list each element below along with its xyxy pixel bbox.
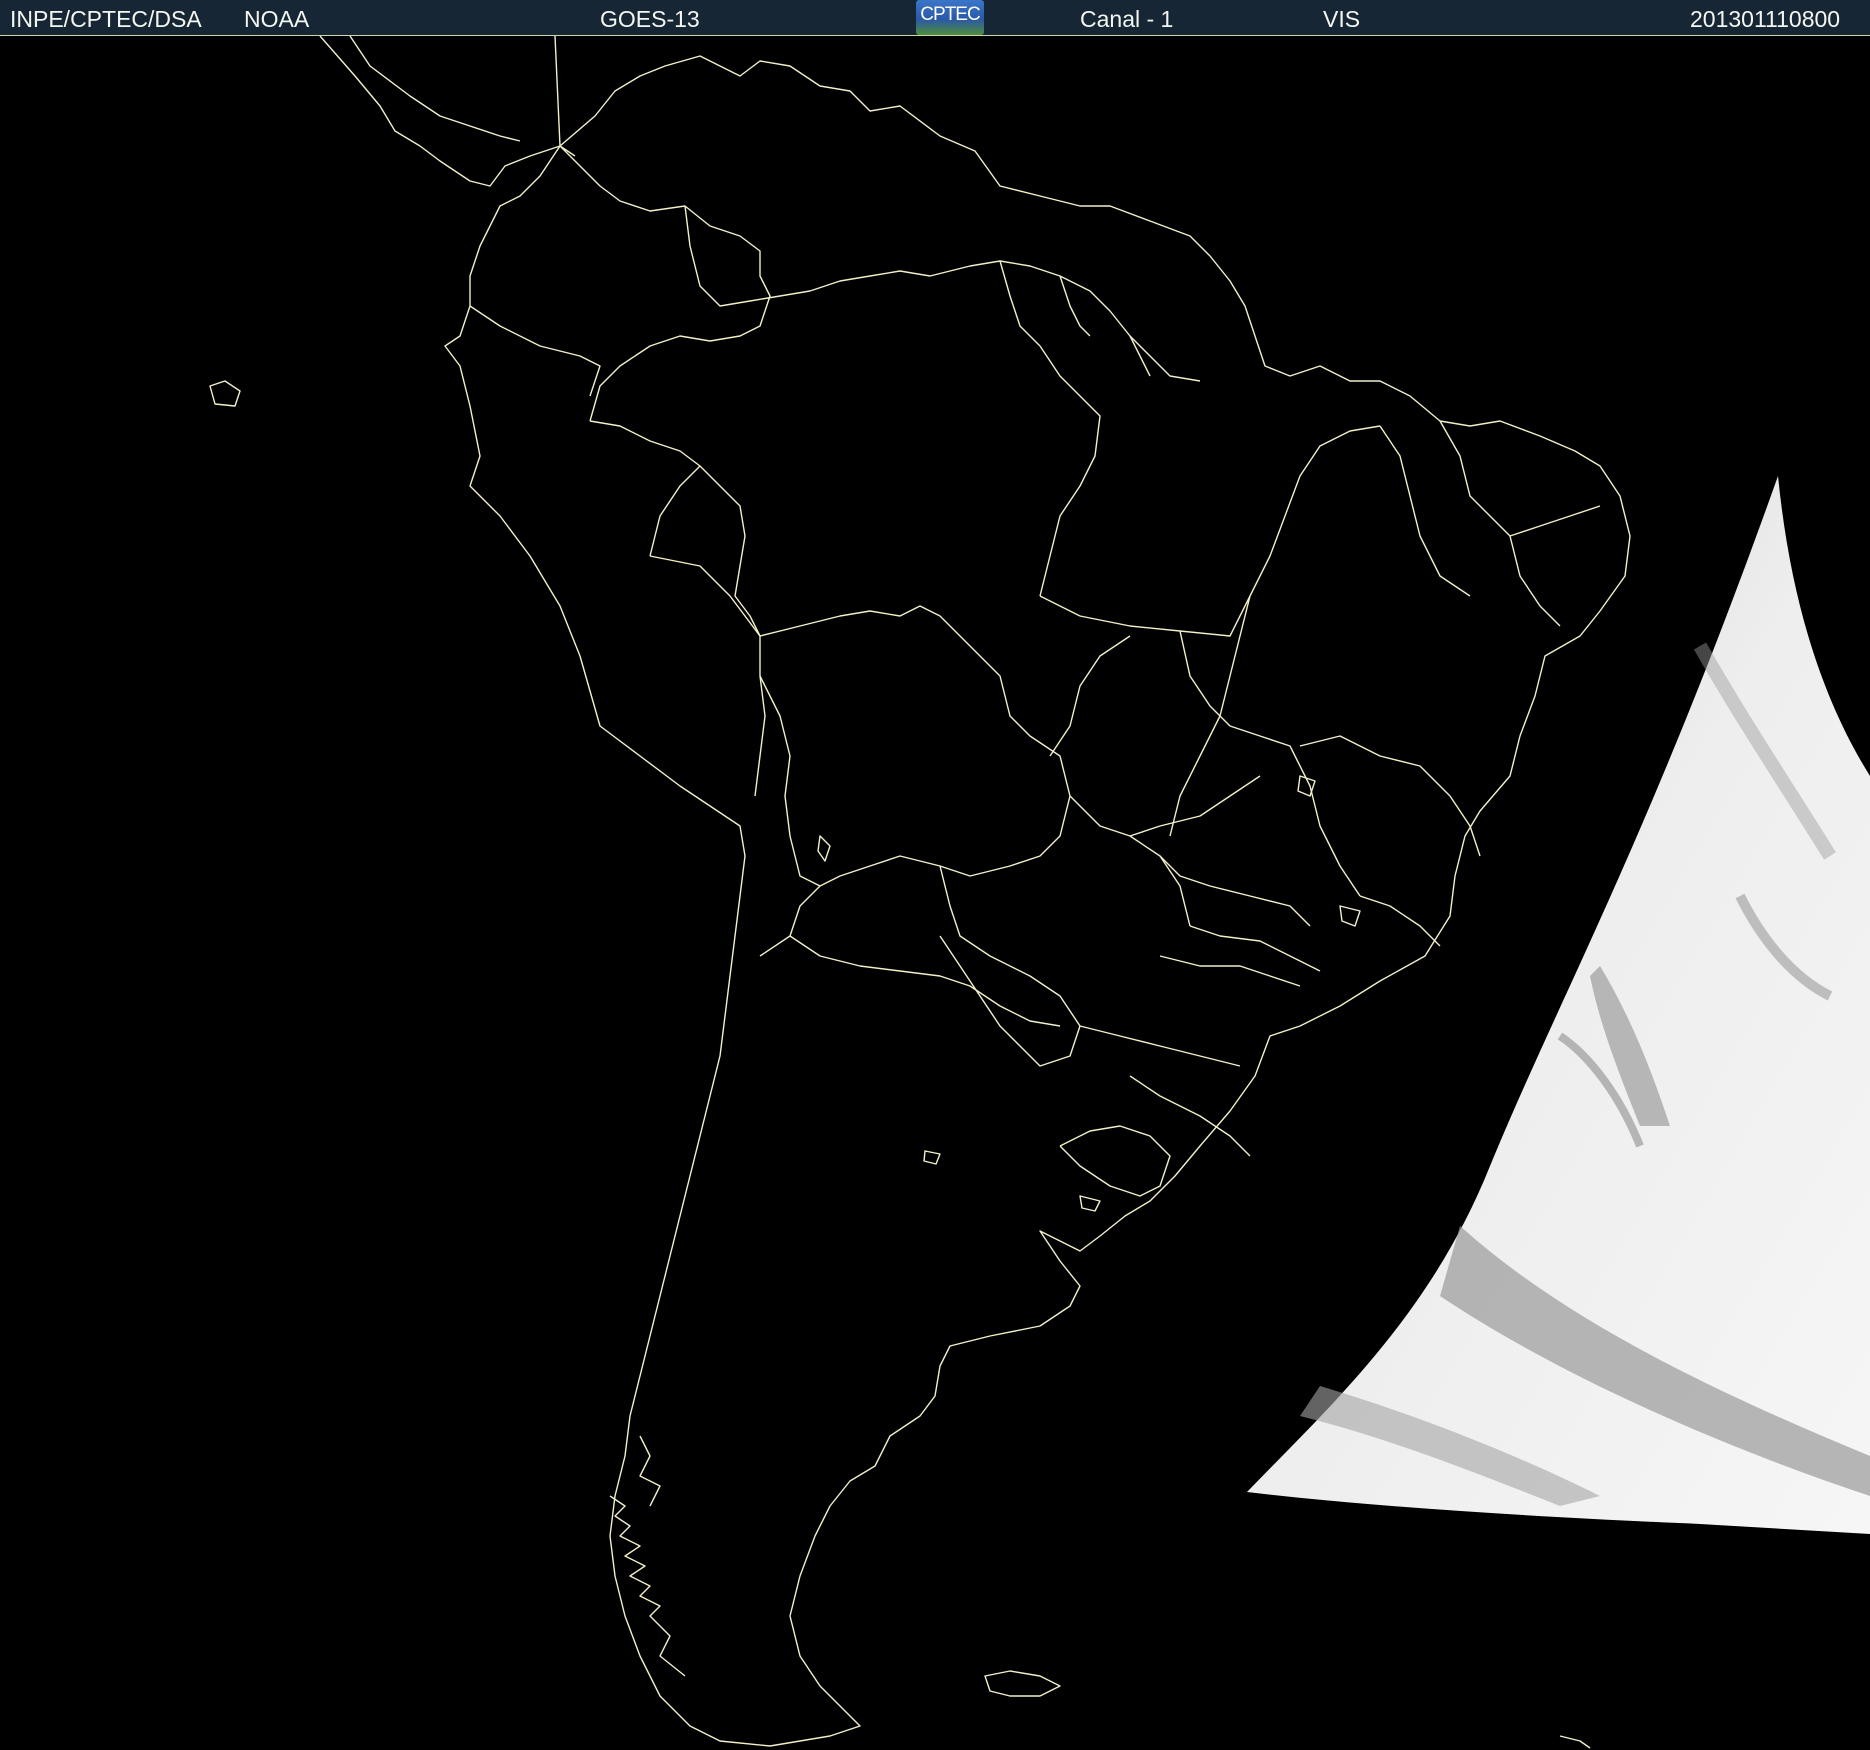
band-label: VIS: [1323, 6, 1361, 32]
timestamp-label: 201301110800: [1690, 6, 1841, 32]
image-header-bar: INPE/CPTEC/DSA NOAA GOES-13 CPTEC Canal …: [0, 0, 1870, 36]
cptec-logo: CPTEC: [916, 0, 984, 35]
satellite-label: GOES-13: [600, 6, 700, 32]
provider-label: NOAA: [244, 6, 310, 32]
cptec-logo-text: CPTEC: [920, 4, 980, 25]
satellite-map: [0, 36, 1870, 1750]
channel-label: Canal - 1: [1080, 6, 1174, 32]
agency-label: INPE/CPTEC/DSA: [10, 6, 202, 32]
map-svg: [209, 36, 1870, 1749]
